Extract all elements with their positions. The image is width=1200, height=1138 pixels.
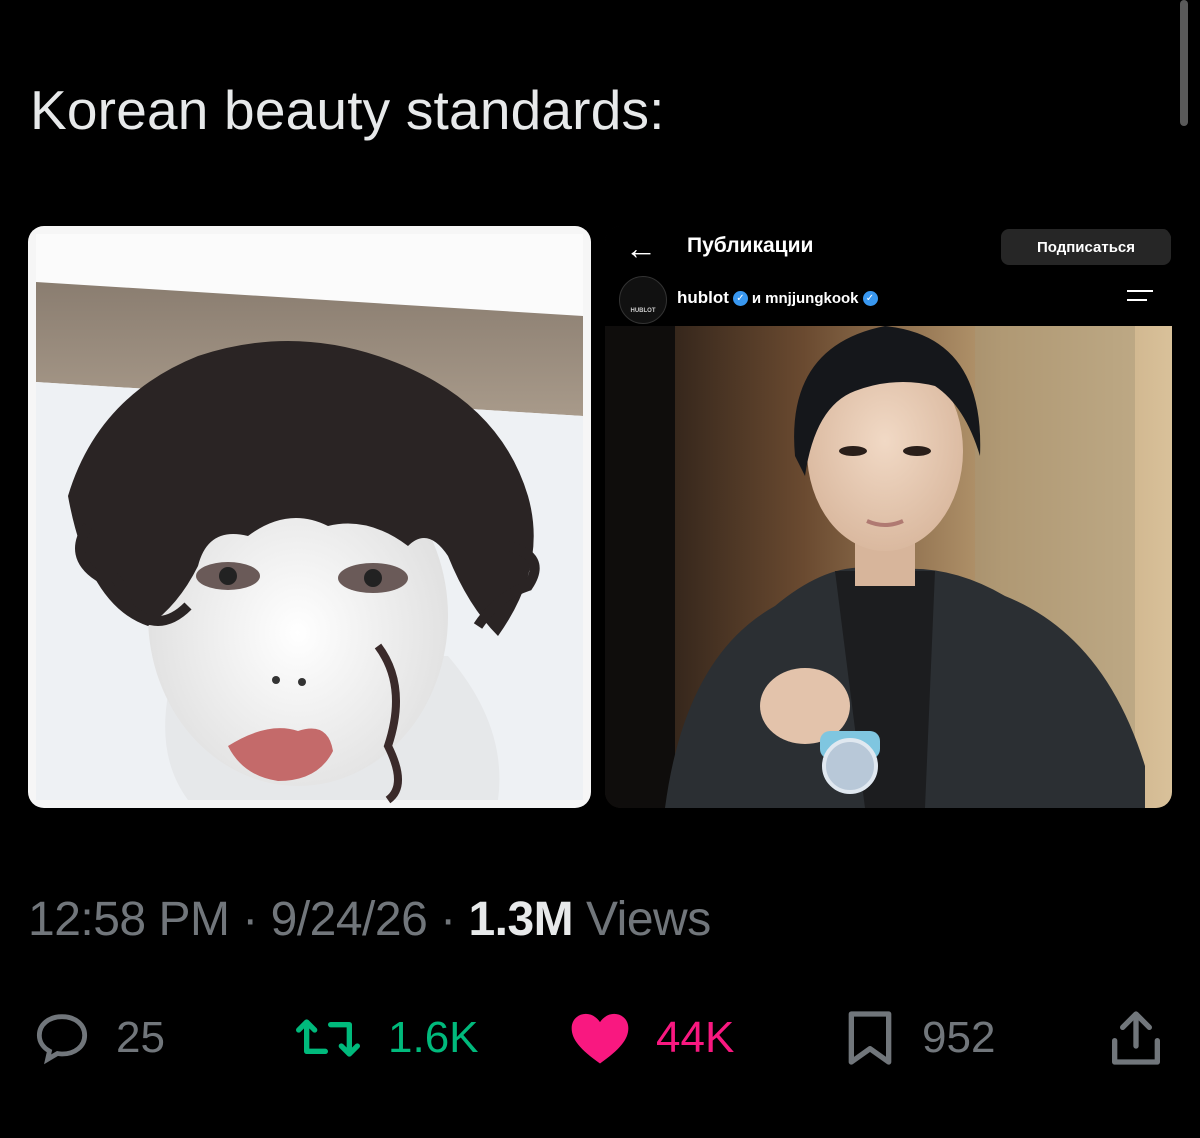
menu-icon[interactable]	[1127, 290, 1153, 308]
separator: ·	[440, 893, 456, 946]
header-title: Публикации	[687, 234, 814, 257]
reply-icon	[36, 1014, 88, 1065]
tweet-meta: 12:58 PM · 9/24/26 · 1.3M Views	[28, 892, 711, 947]
reply-button[interactable]: 25	[30, 1000, 165, 1076]
account-name: hublot	[677, 288, 729, 307]
collab-prefix: и	[751, 289, 762, 307]
collab-account-name: mnjjungkook	[765, 289, 859, 307]
like-count: 44K	[656, 1013, 735, 1062]
back-arrow-icon[interactable]: ←	[625, 230, 657, 267]
follow-button[interactable]: Подписаться	[1001, 229, 1171, 265]
share-icon	[1112, 1011, 1160, 1065]
views-count: 1.3M	[468, 893, 574, 946]
reply-count: 25	[116, 1013, 165, 1062]
post-authors[interactable]: hublot ✓ и mnjjungkook ✓	[677, 288, 878, 308]
repost-button[interactable]: 1.6K	[290, 1000, 479, 1076]
repost-count: 1.6K	[388, 1013, 479, 1062]
bookmark-count: 952	[922, 1013, 996, 1062]
views-label: Views	[586, 893, 711, 946]
heart-icon	[571, 1013, 629, 1064]
tweet-text: Korean beauty standards:	[30, 79, 665, 141]
action-bar: 25 1.6K 44K 952	[0, 1000, 1200, 1080]
separator: ·	[242, 893, 258, 946]
avatar[interactable]: HUBLOT	[619, 276, 667, 324]
bookmark-icon	[848, 1011, 892, 1065]
share-button[interactable]	[1104, 1000, 1168, 1076]
instagram-header: ← Публикации Подписаться HUBLOT hublot ✓…	[605, 226, 1172, 326]
verified-icon: ✓	[862, 290, 878, 306]
scrollbar[interactable]	[1180, 0, 1188, 126]
media-image-left[interactable]	[28, 226, 591, 808]
like-button[interactable]: 44K	[566, 1000, 734, 1076]
mannequin-photo	[36, 234, 583, 804]
media-image-right[interactable]: ← Публикации Подписаться HUBLOT hublot ✓…	[605, 226, 1172, 808]
verified-icon: ✓	[732, 290, 748, 306]
tweet-date: 9/24/26	[270, 893, 428, 946]
bookmark-button[interactable]: 952	[840, 1000, 995, 1076]
avatar-logo-text: HUBLOT	[630, 308, 656, 314]
tweet-time: 12:58 PM	[28, 893, 230, 946]
repost-icon	[296, 1019, 361, 1057]
